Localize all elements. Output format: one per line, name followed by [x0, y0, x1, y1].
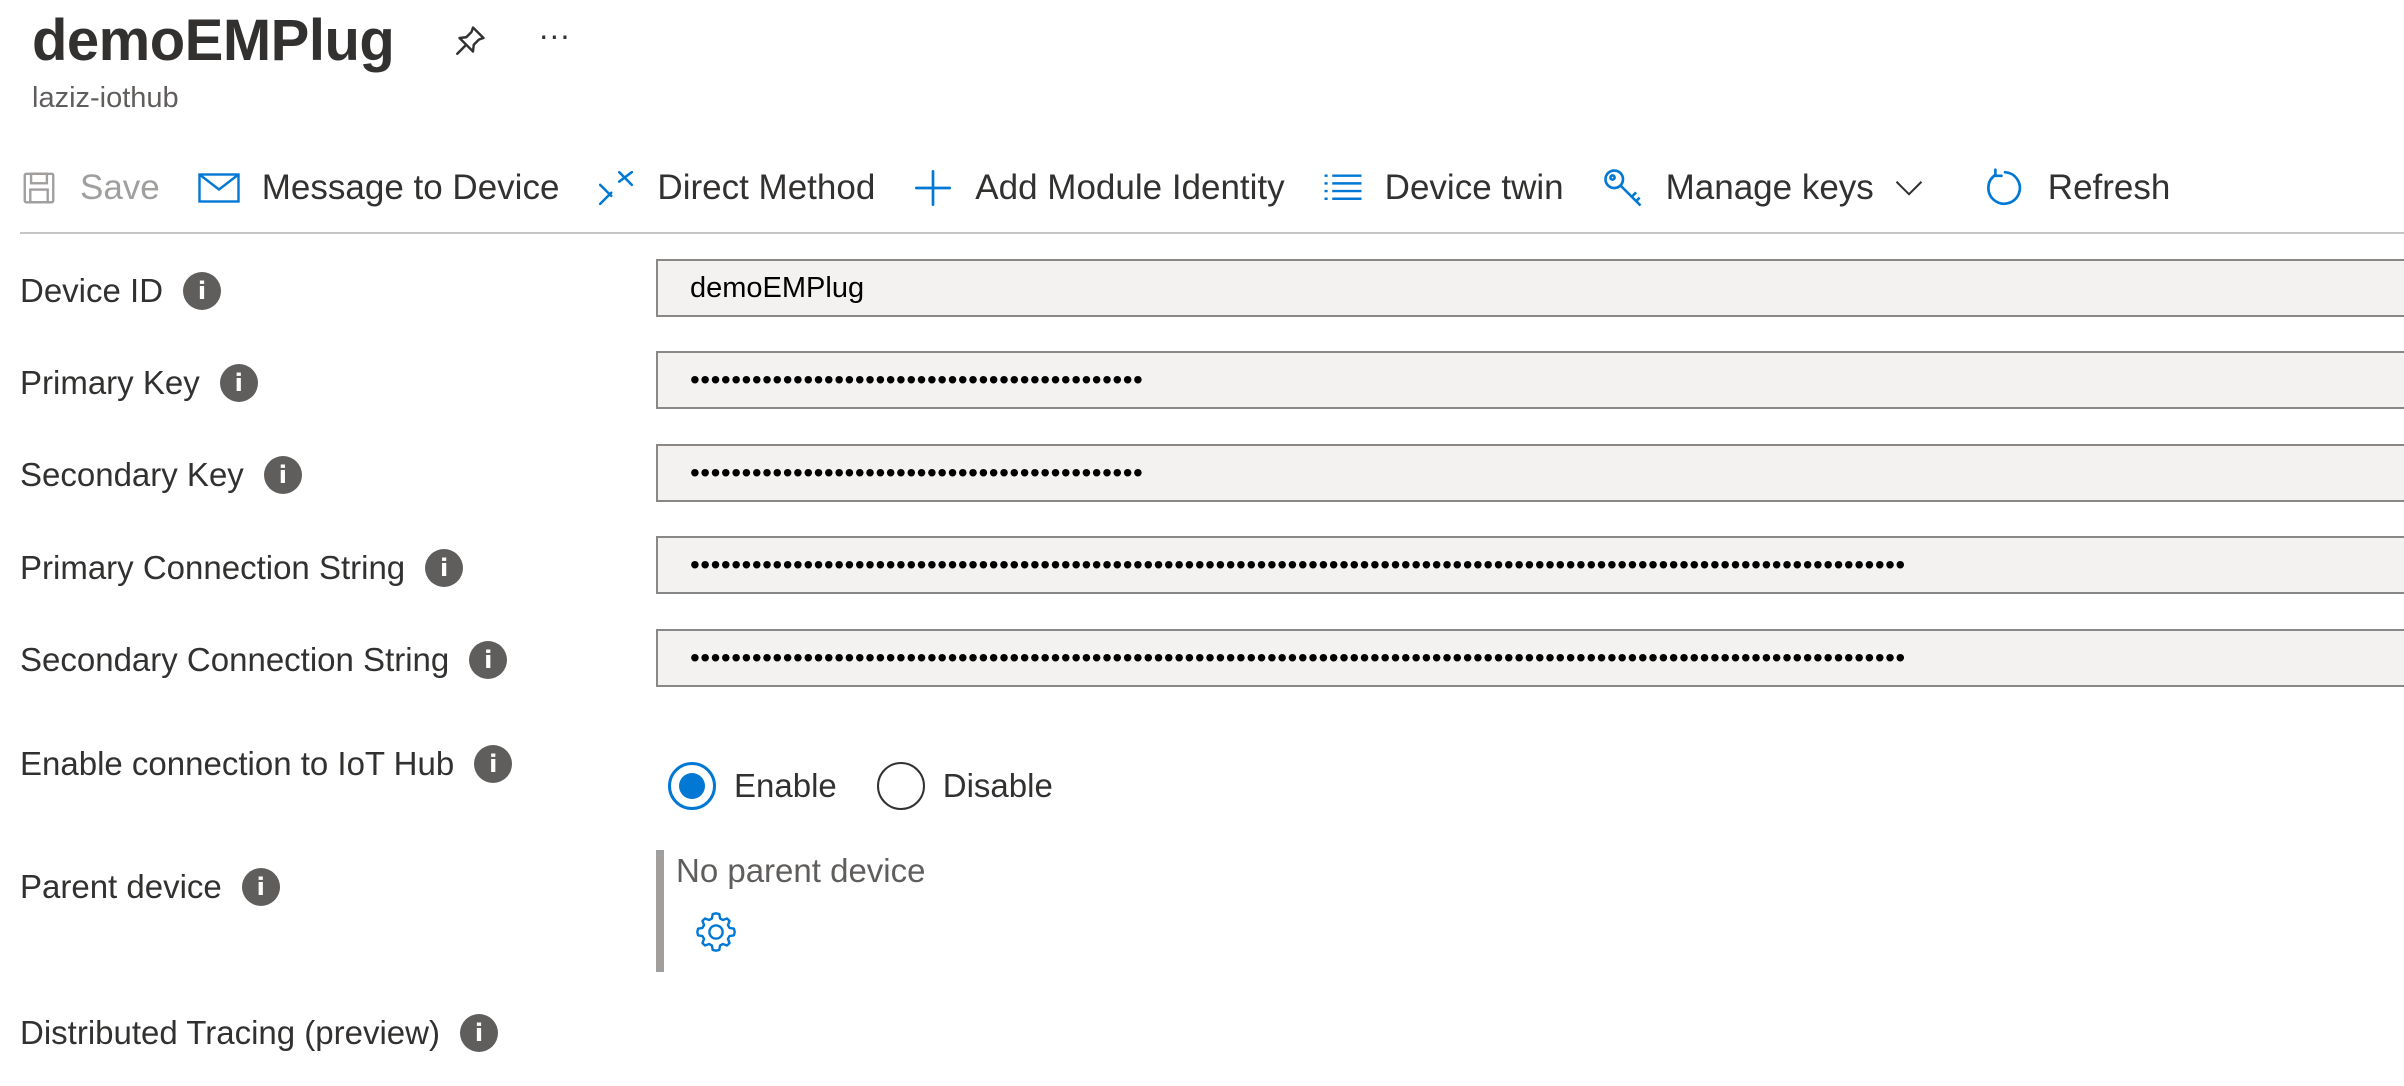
more-options-icon[interactable]: ···	[538, 19, 570, 62]
page-title: demoEMPlug	[32, 8, 395, 73]
direct-method-icon	[599, 170, 634, 206]
secondary-connection-string-label: Secondary Connection String	[20, 641, 450, 678]
info-icon[interactable]: i	[219, 364, 258, 402]
message-to-device-button[interactable]: Message to Device	[198, 168, 560, 208]
device-id-row: Device ID i	[20, 272, 222, 310]
chevron-down-icon	[1895, 181, 1923, 196]
gear-icon[interactable]	[694, 910, 738, 959]
secondary-connection-string-value: ••••••••••••••••••••••••••••••••••••••••…	[690, 642, 1906, 673]
direct-method-button[interactable]: Direct Method	[597, 168, 875, 208]
disable-radio-label: Disable	[942, 767, 1053, 804]
pin-icon[interactable]	[452, 23, 488, 59]
page-header: demoEMPlug ··· laziz-iothub	[32, 6, 570, 115]
secondary-key-value: ••••••••••••••••••••••••••••••••••••••••…	[690, 457, 1144, 488]
radio-selected-icon	[668, 762, 716, 810]
primary-connection-string-value: ••••••••••••••••••••••••••••••••••••••••…	[690, 549, 1906, 580]
title-row: demoEMPlug ···	[32, 6, 570, 76]
primary-connection-string-row: Primary Connection String i	[20, 549, 464, 587]
manage-keys-label: Manage keys	[1665, 168, 1874, 207]
info-icon[interactable]: i	[425, 549, 464, 587]
list-icon	[1324, 174, 1362, 200]
parent-device-border	[656, 850, 664, 972]
refresh-button[interactable]: Refresh	[1984, 167, 2171, 209]
device-twin-label: Device twin	[1384, 168, 1564, 207]
add-module-identity-label: Add Module Identity	[975, 168, 1285, 207]
info-icon[interactable]: i	[183, 272, 222, 310]
primary-key-label: Primary Key	[20, 364, 200, 401]
page-subtitle: laziz-iothub	[32, 82, 179, 114]
toolbar-divider	[20, 232, 2404, 234]
distributed-tracing-label: Distributed Tracing (preview)	[20, 1014, 440, 1051]
secondary-key-field[interactable]: ••••••••••••••••••••••••••••••••••••••••…	[656, 444, 2404, 502]
info-icon[interactable]: i	[263, 456, 302, 494]
enable-radio-label: Enable	[734, 767, 837, 804]
primary-connection-string-label: Primary Connection String	[20, 549, 406, 586]
distributed-tracing-row: Distributed Tracing (preview) i	[20, 1014, 498, 1052]
parent-device-value: No parent device	[676, 852, 926, 889]
save-button[interactable]: Save	[20, 168, 160, 208]
enable-connection-row: Enable connection to IoT Hub i	[20, 745, 513, 783]
primary-key-row: Primary Key i	[20, 364, 258, 402]
device-id-label: Device ID	[20, 272, 164, 309]
device-twin-button[interactable]: Device twin	[1323, 168, 1564, 208]
refresh-label: Refresh	[2047, 168, 2171, 207]
mail-icon	[198, 173, 240, 203]
device-id-field[interactable]: demoEMPlug	[656, 259, 2404, 317]
direct-method-label: Direct Method	[657, 168, 876, 207]
primary-key-field[interactable]: ••••••••••••••••••••••••••••••••••••••••…	[656, 351, 2404, 409]
parent-device-label: Parent device	[20, 868, 222, 905]
save-label: Save	[80, 168, 160, 207]
refresh-icon	[1986, 168, 2021, 206]
secondary-key-row: Secondary Key i	[20, 456, 302, 494]
info-icon[interactable]: i	[241, 868, 280, 906]
primary-key-value: ••••••••••••••••••••••••••••••••••••••••…	[690, 364, 1144, 395]
connection-radio-group: Enable Disable	[668, 762, 1093, 810]
secondary-connection-string-field[interactable]: ••••••••••••••••••••••••••••••••••••••••…	[656, 629, 2404, 687]
device-id-value: demoEMPlug	[690, 271, 865, 304]
message-to-device-label: Message to Device	[261, 168, 560, 207]
info-icon[interactable]: i	[474, 745, 513, 783]
parent-device-row: Parent device i	[20, 868, 280, 906]
command-bar: Save Message to Device Direct Method Add…	[20, 152, 2208, 224]
add-module-identity-button[interactable]: Add Module Identity	[913, 168, 1285, 208]
radio-unselected-icon	[876, 762, 925, 810]
enable-radio[interactable]: Enable	[668, 762, 837, 810]
manage-keys-button[interactable]: Manage keys	[1602, 167, 1946, 209]
key-icon	[1603, 169, 1642, 207]
info-icon[interactable]: i	[459, 1014, 498, 1052]
secondary-key-label: Secondary Key	[20, 456, 244, 493]
primary-connection-string-field[interactable]: ••••••••••••••••••••••••••••••••••••••••…	[656, 536, 2404, 594]
secondary-connection-string-row: Secondary Connection String i	[20, 641, 508, 679]
plus-icon	[915, 170, 952, 207]
enable-connection-label: Enable connection to IoT Hub	[20, 745, 455, 782]
info-icon[interactable]: i	[469, 641, 508, 679]
disable-radio[interactable]: Disable	[876, 762, 1053, 810]
save-icon	[23, 172, 55, 204]
